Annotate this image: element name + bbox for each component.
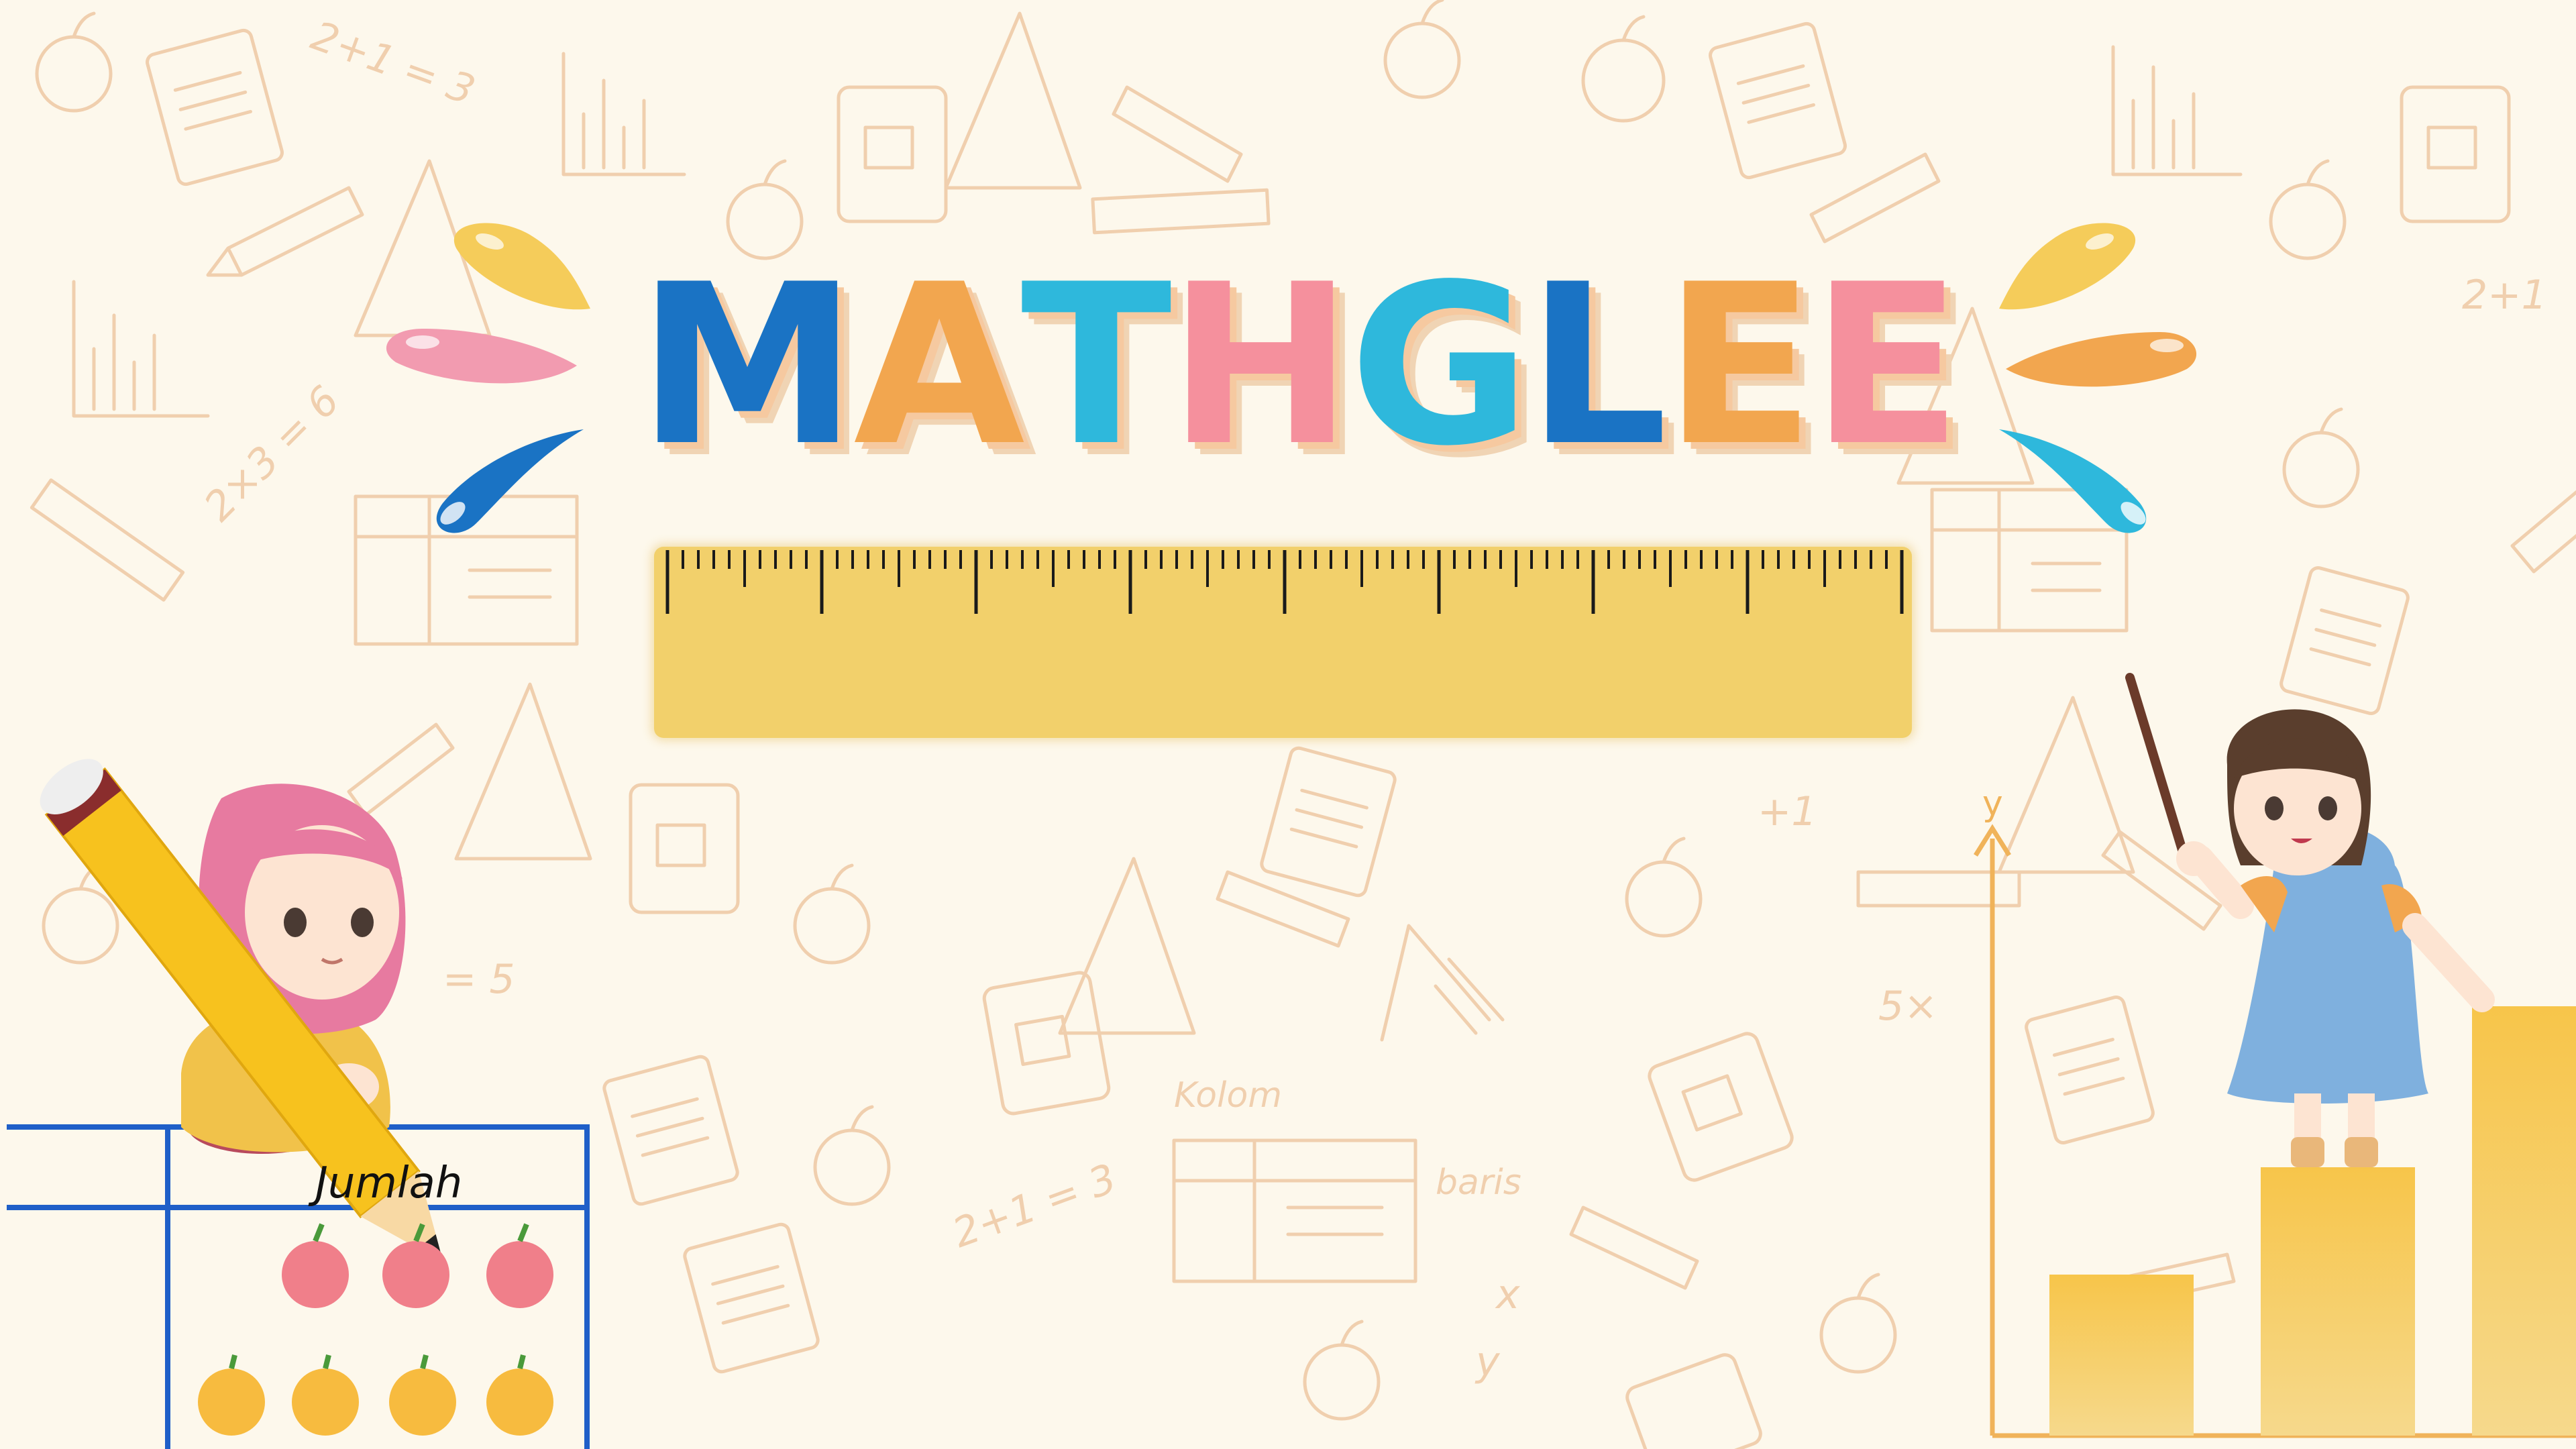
chart-bar — [2472, 1006, 2576, 1436]
table-label: Jumlah — [308, 1159, 462, 1208]
apple-icon — [793, 863, 871, 965]
y-axis-label: y — [1982, 784, 2003, 824]
doodle-text: 2+1 — [2462, 272, 2547, 319]
doodle-text: 2+1 = 3 — [947, 1155, 1122, 1257]
chart-bar — [2049, 1275, 2194, 1436]
triangle-ruler-icon — [944, 11, 1082, 190]
orange-icon — [389, 1354, 456, 1436]
book-icon — [1625, 1353, 1762, 1449]
doodle-text: Kolom — [1174, 1075, 1282, 1116]
orange-icon — [292, 1354, 359, 1436]
apple-icon — [1625, 837, 1703, 938]
ruler-doodle-icon — [2510, 466, 2576, 574]
ruler-doodle-icon — [30, 478, 185, 602]
book-icon — [629, 783, 740, 914]
notebook-icon — [1709, 21, 1847, 180]
title-letter: L — [1526, 237, 1668, 494]
doodle-text: 2+1 = 3 — [305, 12, 481, 114]
apple-icon — [1819, 1273, 1897, 1374]
book-icon — [2400, 85, 2511, 223]
title-letter: E — [1811, 237, 1962, 494]
pencil-doodle-icon — [206, 186, 364, 277]
book-icon — [982, 971, 1111, 1116]
apple-icon — [2269, 159, 2347, 260]
pencil-doodle-icon — [1569, 1205, 1699, 1290]
apple-icon — [1581, 15, 1666, 123]
table-doodle-icon — [1172, 1138, 1417, 1283]
girl-with-chart-illustration: y — [1974, 673, 2576, 1438]
notebook-icon — [146, 28, 284, 186]
book-icon — [837, 85, 948, 223]
pencil-doodle-icon — [1809, 152, 1941, 244]
pencil-doodle-icon — [1216, 870, 1350, 948]
apple-icon — [1303, 1320, 1381, 1421]
notebook-icon — [683, 1222, 820, 1374]
title-letter: M — [637, 237, 857, 494]
chart-doodle-icon — [72, 280, 210, 418]
chart-doodle-icon — [561, 52, 686, 176]
notebook-icon — [1260, 746, 1397, 898]
ruler-doodle-icon — [1091, 188, 1271, 235]
notebook-icon — [602, 1055, 739, 1206]
doodle-text: 2×3 = 6 — [195, 377, 349, 531]
apple-icon — [486, 1223, 553, 1308]
apple-icon — [282, 1223, 349, 1308]
triangle-ruler-icon — [1058, 857, 1196, 1035]
girl-with-pencil-illustration: Jumlah — [7, 759, 590, 1449]
title-letter: H — [1167, 237, 1353, 494]
chart-bar — [2261, 1167, 2415, 1436]
title-letter: E — [1664, 237, 1815, 494]
title-letter: A — [853, 237, 1024, 494]
apple-icon — [2282, 407, 2360, 508]
doodle-text: 5× — [1878, 983, 1937, 1030]
doodle-text: baris — [1436, 1163, 1521, 1203]
doodle-text: x — [1495, 1271, 1520, 1318]
splash-left-icon — [386, 223, 590, 533]
chart-doodle-icon — [1380, 924, 1505, 1042]
page-title: M A T H G L E E — [637, 237, 1962, 494]
doodle-text: +1 — [1758, 788, 1817, 835]
title-letter: G — [1349, 237, 1531, 494]
pencil-doodle-icon — [1112, 85, 1243, 183]
apple-icon — [813, 1105, 891, 1206]
orange-icon — [486, 1354, 553, 1436]
title-letter: T — [1020, 237, 1172, 494]
pointer-stick-icon — [2125, 673, 2192, 870]
ruler-icon — [665, 550, 1904, 614]
mathglee-cover: 2+1 = 3 2×3 = 6 2+1 Kolom baris 5× y x +… — [0, 0, 2576, 1449]
apple-icon — [1383, 0, 1461, 99]
apple-icon — [382, 1223, 449, 1308]
doodle-text: y — [1474, 1338, 1501, 1385]
girl-teacher — [2125, 673, 2495, 1167]
apple-icon — [35, 11, 113, 113]
splash-right-icon — [1999, 223, 2197, 533]
orange-icon — [198, 1354, 265, 1436]
book-icon — [1648, 1032, 1794, 1182]
chart-doodle-icon — [2111, 45, 2243, 176]
